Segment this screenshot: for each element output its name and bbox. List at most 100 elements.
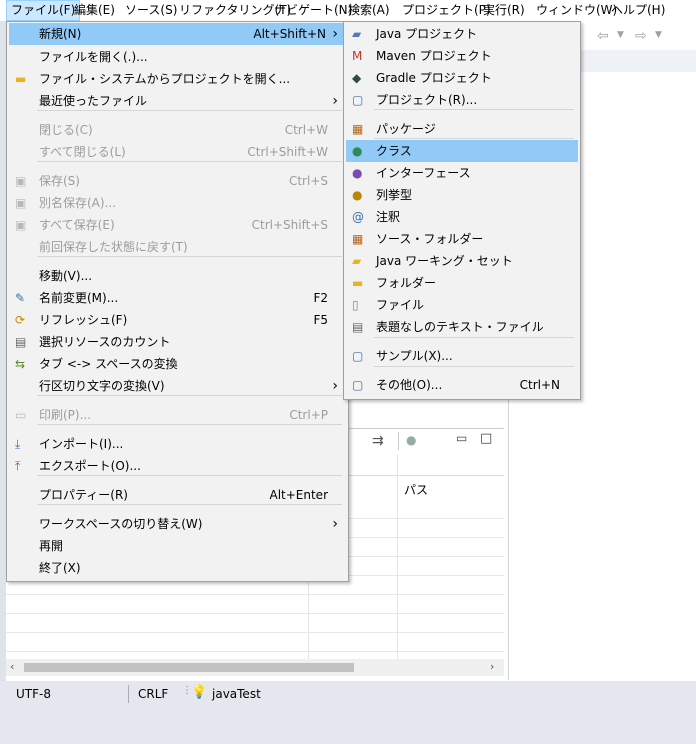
save-as-icon: ▣ — [15, 196, 27, 210]
chevron-right-icon: › — [332, 516, 338, 532]
new-submenu-item[interactable]: ▦ パッケージ — [346, 118, 578, 140]
status-project[interactable]: javaTest — [212, 687, 261, 701]
menu-item-shortcut: Ctrl+W — [284, 123, 328, 137]
menu-item-label: タブ <-> スペースの変換 — [39, 357, 178, 371]
file-menu-item[interactable]: ⤓ インポート(I)... — [9, 433, 346, 455]
main-toolbar: ⇦ ▼ ⇨ ▼ — [575, 24, 696, 50]
menu-run[interactable]: 実行(R) — [479, 0, 529, 21]
file-menu-item[interactable]: 新規(N) Alt+Shift+N › — [9, 23, 346, 45]
file-menu: 新規(N) Alt+Shift+N › ファイルを開く(.)... ▬ ファイル・システム… — [6, 21, 349, 582]
menu-item-label: ファイル — [376, 298, 425, 312]
menu-separator — [37, 475, 342, 476]
new-submenu-item[interactable]: ▯ ファイル — [346, 294, 578, 316]
new-submenu-item[interactable]: ● インターフェース — [346, 162, 578, 184]
menu-item-label: 終了(X) — [39, 561, 81, 575]
file-icon: ▯ — [352, 298, 359, 312]
scroll-right-icon[interactable]: › — [490, 660, 494, 673]
chevron-right-icon: › — [332, 26, 338, 42]
menu-separator — [37, 395, 342, 396]
new-submenu-item[interactable]: ▰ Java プロジェクト — [346, 23, 578, 45]
new-submenu-item[interactable]: ▬ フォルダー — [346, 272, 578, 294]
new-submenu-item[interactable]: ▢ その他(O)... Ctrl+N — [346, 374, 578, 396]
save-all-icon: ▣ — [15, 218, 27, 232]
menu-item-label: リフレッシュ(F) — [39, 313, 128, 327]
export-icon: ⤒ — [15, 459, 21, 473]
forward-icon[interactable]: ⇨ — [635, 28, 647, 44]
menu-item-label: その他(O)... — [376, 378, 443, 392]
new-submenu-item[interactable]: ▰ Java ワーキング・セット — [346, 250, 578, 272]
menu-item-label: Gradle プロジェクト — [376, 71, 492, 85]
new-submenu-item[interactable]: @ 注釈 — [346, 206, 578, 228]
file-menu-item[interactable]: 行区切り文字の変換(V) › — [9, 375, 346, 397]
new-submenu-item[interactable]: ▢ プロジェクト(R)... — [346, 89, 578, 111]
back-icon[interactable]: ⇦ — [597, 28, 609, 44]
menu-item-shortcut: Alt+Shift+N — [253, 27, 326, 41]
file-menu-item[interactable]: 最近使ったファイル › — [9, 90, 346, 112]
status-encoding[interactable]: UTF-8 — [16, 687, 51, 701]
file-menu-item[interactable]: ファイルを開く(.)... — [9, 46, 346, 68]
menu-item-shortcut: F5 — [313, 313, 328, 327]
sync-icon[interactable]: ⇉ — [372, 433, 384, 449]
menu-item-label: 移動(V)... — [39, 269, 93, 283]
scrollbar-thumb[interactable] — [24, 663, 354, 672]
file-menu-item[interactable]: 移動(V)... — [9, 265, 346, 287]
menu-item-label: エクスポート(O)... — [39, 459, 141, 473]
new-submenu-item[interactable]: ◆ Gradle プロジェクト — [346, 67, 578, 89]
file-menu-item[interactable]: 終了(X) — [9, 557, 346, 579]
column-header-path[interactable]: パス — [404, 481, 428, 498]
menu-item-label: 印刷(P)... — [39, 408, 92, 422]
file-menu-item[interactable]: プロパティー(R) Alt+Enter — [9, 484, 346, 506]
menu-edit[interactable]: 編集(E) — [70, 0, 119, 21]
menu-separator — [374, 366, 574, 367]
menu-item-label: インポート(I)... — [39, 437, 124, 451]
new-submenu-item[interactable]: ▢ サンプル(X)... — [346, 345, 578, 367]
new-submenu-item[interactable]: ● クラス — [346, 140, 578, 162]
file-menu-item[interactable]: ✎ 名前変更(M)... F2 — [9, 287, 346, 309]
maximize-icon[interactable]: □ — [480, 431, 492, 446]
menu-separator — [374, 109, 574, 110]
menu-help[interactable]: ヘルプ(H) — [607, 0, 669, 21]
menu-item-label: Maven プロジェクト — [376, 49, 492, 63]
file-menu-item[interactable]: ワークスペースの切り替え(W) › — [9, 513, 346, 535]
chevron-down-icon[interactable]: ▼ — [655, 30, 662, 40]
new-submenu-item[interactable]: ▤ 表題なしのテキスト・ファイル — [346, 316, 578, 338]
menu-item-shortcut: Ctrl+Shift+W — [247, 145, 328, 159]
filter-icon[interactable]: ● — [406, 433, 416, 447]
new-submenu-item[interactable]: ▦ ソース・フォルダー — [346, 228, 578, 250]
menu-item-label: 保存(S) — [39, 174, 80, 188]
menu-item-shortcut: Ctrl+P — [289, 408, 328, 422]
status-line-ending[interactable]: CRLF — [138, 687, 168, 701]
file-menu-item: ▣ 別名保存(A)... — [9, 192, 346, 214]
menu-item-shortcut: F2 — [313, 291, 328, 305]
menu-item-label: サンプル(X)... — [376, 349, 453, 363]
menu-item-label: 前回保存した状態に戻す(T) — [39, 240, 188, 254]
chevron-down-icon[interactable]: ▼ — [617, 30, 624, 40]
menu-item-label: ワークスペースの切り替え(W) — [39, 517, 203, 531]
interface-icon: ● — [352, 166, 363, 180]
scroll-left-icon[interactable]: ‹ — [10, 660, 14, 673]
file-menu-item: ▣ 保存(S) Ctrl+S — [9, 170, 346, 192]
print-icon: ▭ — [15, 408, 27, 422]
file-menu-item[interactable]: 再開 — [9, 535, 346, 557]
minimize-icon[interactable]: ▭ — [456, 431, 467, 445]
menu-search[interactable]: 検索(A) — [344, 0, 394, 21]
file-menu-item[interactable]: ⤒ エクスポート(O)... — [9, 455, 346, 477]
menu-item-label: パッケージ — [376, 122, 436, 136]
menu-item-label: フォルダー — [376, 276, 437, 290]
new-submenu-item[interactable]: M Maven プロジェクト — [346, 45, 578, 67]
file-menu-item[interactable]: ⟳ リフレッシュ(F) F5 — [9, 309, 346, 331]
project-icon: ▢ — [352, 93, 364, 107]
menu-item-label: Java プロジェクト — [376, 27, 478, 41]
menu-item-label: 表題なしのテキスト・ファイル — [376, 320, 544, 334]
horizontal-scrollbar[interactable]: ‹ › — [6, 659, 504, 676]
menu-item-label: 新規(N) — [39, 27, 82, 41]
new-submenu-item[interactable]: ● 列挙型 — [346, 184, 578, 206]
menu-item-label: クラス — [376, 144, 412, 158]
count-icon: ▤ — [15, 335, 27, 349]
file-menu-item[interactable]: ▬ ファイル・システムからプロジェクトを開く... — [9, 68, 346, 90]
menu-item-label: すべて保存(E) — [39, 218, 115, 232]
file-menu-item[interactable]: ▤ 選択リソースのカウント — [9, 331, 346, 353]
menu-source[interactable]: ソース(S) — [121, 0, 181, 21]
file-menu-item[interactable]: ⇆ タブ <-> スペースの変換 — [9, 353, 346, 375]
rename-icon: ✎ — [15, 291, 26, 305]
